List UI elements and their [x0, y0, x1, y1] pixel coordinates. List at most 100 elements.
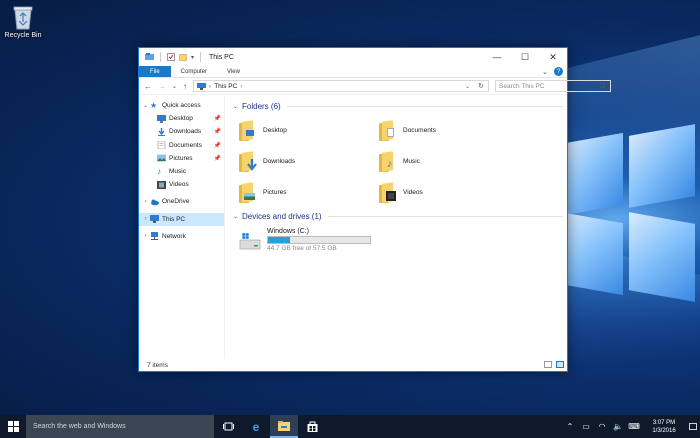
task-view-icon: [222, 422, 234, 431]
edge-icon: e: [252, 419, 260, 434]
videos-folder-icon: [379, 181, 397, 204]
downloads-folder-icon: [239, 150, 257, 173]
help-icon[interactable]: ?: [554, 67, 563, 76]
expanded-chevron-icon[interactable]: ⌄: [141, 102, 150, 109]
nav-quick-item-desktop[interactable]: Desktop 📌: [139, 112, 224, 125]
folder-item-music[interactable]: ♪ Music: [379, 146, 519, 177]
tab-view[interactable]: View: [217, 66, 250, 77]
videos-icon: [157, 180, 166, 189]
quick-access-toolbar: ▾: [145, 52, 203, 62]
desktop-icon: [157, 114, 166, 123]
pin-icon: 📌: [213, 116, 221, 123]
folder-item-pictures[interactable]: Pictures: [239, 177, 379, 208]
nav-quick-item-pictures[interactable]: Pictures 📌: [139, 152, 224, 165]
expand-ribbon-icon[interactable]: ⌄: [542, 68, 548, 76]
clock-time: 3:07 PM: [652, 419, 676, 426]
taskbar-search-placeholder: Search the web and Windows: [33, 423, 126, 430]
group-collapse-chevron-icon[interactable]: ⌄: [233, 103, 242, 110]
new-folder-icon[interactable]: [179, 53, 187, 61]
volume-icon[interactable]: 🔈: [610, 422, 626, 431]
ribbon-tabs: File Computer View ⌄ ?: [139, 66, 567, 78]
close-button[interactable]: ✕: [539, 48, 567, 66]
nav-quick-item-downloads[interactable]: Downloads 📌: [139, 125, 224, 138]
status-bar: 7 items: [139, 359, 567, 371]
store-button[interactable]: [298, 415, 326, 438]
back-arrow-icon[interactable]: ←: [144, 82, 152, 91]
title-bar[interactable]: ▾ This PC — ☐ ✕: [139, 48, 567, 66]
large-icons-view-icon[interactable]: [556, 361, 564, 368]
drive-usage-bar: [267, 236, 371, 244]
details-view-icon[interactable]: [544, 361, 552, 368]
tab-computer[interactable]: Computer: [171, 66, 217, 77]
navigation-pane: ⌄ ★ Quick access Desktop 📌 Downloads 📌 Doc…: [139, 96, 225, 359]
battery-icon[interactable]: ▭: [578, 422, 594, 431]
edge-button[interactable]: e: [242, 415, 270, 438]
drive-item-windows-c[interactable]: Windows (C:) 44.7 GB free of 57.5 GB: [233, 228, 567, 252]
devices-group-header[interactable]: ⌄ Devices and drives (1): [233, 210, 567, 222]
tab-file[interactable]: File: [139, 66, 171, 77]
nav-quick-item-documents[interactable]: Documents 📌: [139, 139, 224, 152]
notifications-icon: [689, 422, 697, 430]
this-pc-icon: [197, 82, 207, 90]
network-wifi-icon[interactable]: ◠: [594, 422, 610, 431]
store-bag-icon: [307, 421, 317, 432]
onedrive-cloud-icon: [151, 199, 159, 206]
nav-this-pc[interactable]: › This PC: [139, 212, 224, 226]
taskbar: Search the web and Windows e ⌃ ▭ ◠ 🔈 ⌨ 3…: [0, 415, 700, 438]
nav-network[interactable]: › Network: [139, 230, 224, 243]
clock-date: 1/3/2016: [652, 427, 676, 434]
minimize-button[interactable]: —: [483, 48, 511, 66]
task-view-button[interactable]: [214, 415, 242, 438]
star-icon: ★: [150, 100, 158, 110]
desktop-folder-icon: [239, 119, 257, 142]
nav-quick-item-videos[interactable]: Videos: [139, 178, 224, 191]
group-collapse-chevron-icon[interactable]: ⌄: [233, 213, 242, 220]
collapsed-chevron-icon[interactable]: ›: [141, 216, 150, 222]
file-explorer-taskbar-button[interactable]: [270, 415, 298, 438]
maximize-button[interactable]: ☐: [511, 48, 539, 66]
drive-free-space: 44.7 GB free of 57.5 GB: [267, 245, 337, 252]
network-icon: [151, 232, 158, 241]
pictures-icon: [157, 154, 166, 162]
nav-quick-item-music[interactable]: ♪ Music: [139, 165, 224, 178]
search-input[interactable]: Search This PC: [495, 80, 612, 92]
folder-item-desktop[interactable]: Desktop: [239, 115, 379, 146]
folder-item-downloads[interactable]: Downloads: [239, 146, 379, 177]
item-count: 7 items: [147, 361, 168, 369]
address-dropdown-icon[interactable]: ⌄: [465, 83, 470, 90]
nav-onedrive[interactable]: › OneDrive: [139, 195, 224, 208]
pin-icon: 📌: [213, 129, 221, 136]
refresh-icon[interactable]: ↻: [478, 82, 484, 90]
recycle-bin-desktop-icon[interactable]: Recycle Bin: [2, 4, 44, 39]
address-bar[interactable]: › This PC › ⌄ ↻: [193, 80, 490, 92]
taskbar-search-input[interactable]: Search the web and Windows: [26, 415, 214, 438]
folder-item-videos[interactable]: Videos: [379, 177, 519, 208]
folder-item-documents[interactable]: Documents: [379, 115, 519, 146]
qat-dropdown-icon[interactable]: ▾: [191, 54, 194, 61]
address-row: ← → ⌄ ↑ › This PC › ⌄ ↻ Search This PC: [139, 78, 612, 95]
keyboard-icon[interactable]: ⌨: [626, 422, 642, 431]
breadcrumb-separator-icon: ›: [209, 82, 212, 90]
show-hidden-icons-chevron-icon[interactable]: ⌃: [562, 422, 578, 431]
properties-icon[interactable]: [167, 53, 175, 61]
collapsed-chevron-icon[interactable]: ›: [141, 199, 150, 205]
recycle-bin-label: Recycle Bin: [4, 32, 42, 39]
up-arrow-icon[interactable]: ↑: [183, 82, 187, 91]
close-icon: ✕: [549, 51, 557, 62]
music-folder-icon: ♪: [379, 150, 397, 173]
downloads-icon: [158, 127, 165, 136]
breadcrumb-separator-icon: ›: [240, 82, 243, 90]
pin-icon: 📌: [213, 155, 221, 162]
nav-quick-access[interactable]: ⌄ ★ Quick access: [139, 99, 224, 112]
collapsed-chevron-icon[interactable]: ›: [141, 233, 150, 239]
minimize-icon: —: [492, 52, 502, 62]
action-center-button[interactable]: [686, 415, 700, 438]
folders-grid: Desktop Documents Downloads ♪ Music Pict…: [233, 115, 567, 208]
recent-locations-icon[interactable]: ⌄: [172, 83, 177, 90]
clock[interactable]: 3:07 PM 1/3/2016: [642, 419, 686, 435]
breadcrumb-this-pc[interactable]: This PC: [214, 83, 237, 90]
file-explorer-icon: [278, 420, 290, 431]
forward-arrow-icon[interactable]: →: [158, 82, 166, 91]
folders-group-header[interactable]: ⌄ Folders (6): [233, 100, 567, 112]
start-button[interactable]: [0, 415, 26, 438]
